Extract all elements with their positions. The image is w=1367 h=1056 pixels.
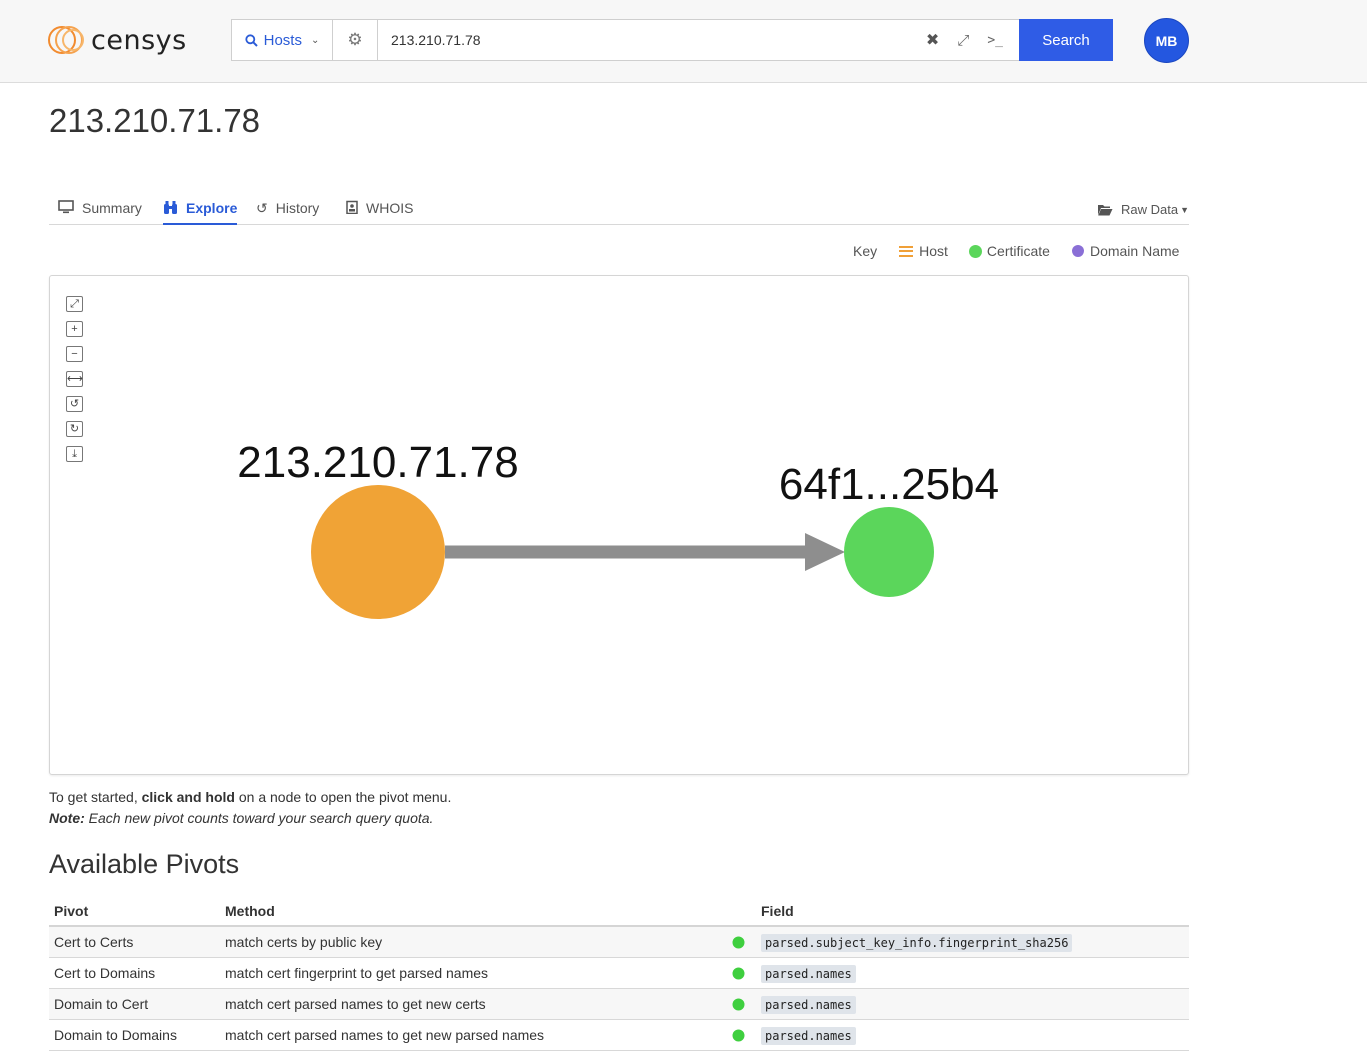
column-header-pivot: Pivot <box>49 896 220 927</box>
avatar[interactable]: MB <box>1144 18 1189 63</box>
logo-text: censys <box>91 24 187 56</box>
logo-rings-icon <box>48 23 90 57</box>
column-header-type <box>723 896 753 927</box>
clear-icon[interactable]: ✖ <box>926 30 939 50</box>
legend-label: Host <box>919 243 948 259</box>
pivots-table: Pivot Method Field Cert to Certs match c… <box>49 896 1189 1051</box>
hint-text: on a node to open the pivot menu. <box>234 789 452 805</box>
pivot-name: Domain to Domains <box>49 1019 220 1051</box>
legend-item-domain: Domain Name <box>1071 243 1180 259</box>
host-node[interactable] <box>311 485 445 619</box>
column-header-method: Method <box>220 896 723 927</box>
pivot-hint: To get started, click and hold on a node… <box>49 787 451 829</box>
table-header-row: Pivot Method Field <box>49 896 1189 927</box>
table-row[interactable]: Cert to Domains match cert fingerprint t… <box>49 957 1189 989</box>
legend-label: Certificate <box>986 243 1050 259</box>
search-type-dropdown[interactable]: Hosts ⌄ <box>232 20 333 60</box>
pivot-field-cell: parsed.names <box>753 957 1189 989</box>
console-icon[interactable]: >_ <box>987 33 1003 48</box>
table-row[interactable]: Cert to Certs match certs by public key … <box>49 926 1189 958</box>
column-header-field: Field <box>753 896 1189 927</box>
hint-note: Note: Each new pivot counts toward your … <box>49 808 451 829</box>
binoculars-icon <box>164 201 177 214</box>
note-text: Each new pivot counts toward your search… <box>84 810 434 826</box>
graph-legend: Key Host Certificate Domain Name <box>853 243 1179 259</box>
explore-graph[interactable]: ⤢ + − ⟷ ↺ ↻ ⤓ 213.210.71.78 64f1...25b4 <box>49 275 1189 775</box>
history-icon: ↺ <box>256 200 268 216</box>
certificate-node[interactable] <box>844 507 934 597</box>
pivot-method: match certs by public key <box>220 926 723 958</box>
tab-explore[interactable]: Explore <box>163 200 238 225</box>
hint-text: To get started, <box>49 789 142 805</box>
pivot-name: Domain to Cert <box>49 988 220 1020</box>
tab-label: WHOIS <box>366 200 414 216</box>
pivot-field: parsed.names <box>761 1026 856 1045</box>
tab-whois[interactable]: WHOIS <box>346 200 413 225</box>
search-icon <box>245 33 258 47</box>
pivots-title: Available Pivots <box>49 849 240 879</box>
chevron-down-icon: ⌄ <box>310 34 320 46</box>
legend-item-host: Host <box>899 243 948 259</box>
legend-item-certificate: Certificate <box>969 243 1050 259</box>
top-bar: censys Hosts ⌄ ⚙ ✖ ⤢ >_ Search MB <box>0 0 1367 83</box>
note-label: Note: <box>49 810 85 826</box>
table-row[interactable]: Domain to Domains match cert parsed name… <box>49 1019 1189 1051</box>
legend-label: Domain Name <box>1089 243 1180 259</box>
censys-logo[interactable]: censys <box>48 22 187 58</box>
tab-label: Explore <box>186 200 238 216</box>
certificate-icon <box>723 926 753 958</box>
pivot-field: parsed.subject_key_info.fingerprint_sha2… <box>761 933 1073 952</box>
table-row[interactable]: Domain to Cert match cert parsed names t… <box>49 988 1189 1020</box>
id-badge-icon <box>346 200 358 214</box>
caret-down-icon: ▼ <box>1180 204 1189 215</box>
graph-canvas: 213.210.71.78 64f1...25b4 <box>237 438 999 619</box>
certificate-node-label: 64f1...25b4 <box>779 460 999 509</box>
hint-emphasis: click and hold <box>141 789 235 805</box>
tab-bar: Summary Explore ↺ History WHOIS Raw Data… <box>49 196 1189 225</box>
pivot-field: parsed.names <box>761 995 856 1014</box>
hint-line: To get started, click and hold on a node… <box>49 787 451 808</box>
search-type-label: Hosts <box>263 31 302 49</box>
search-input[interactable] <box>378 20 926 60</box>
tab-summary[interactable]: Summary <box>58 200 142 225</box>
search-settings-button[interactable]: ⚙ <box>333 20 378 60</box>
tab-label: History <box>275 200 320 216</box>
pivot-field-cell: parsed.names <box>753 988 1189 1020</box>
tab-label: Summary <box>82 200 142 216</box>
search-tools: ✖ ⤢ >_ <box>926 20 1019 60</box>
globe-icon <box>1071 245 1084 257</box>
pivot-field-cell: parsed.names <box>753 1019 1189 1051</box>
search-button[interactable]: Search <box>1019 19 1113 61</box>
certificate-icon <box>723 957 753 989</box>
certificate-icon <box>723 1019 753 1051</box>
host-icon <box>899 245 914 257</box>
edge-arrowhead <box>805 533 845 571</box>
gear-icon: ⚙ <box>347 30 363 49</box>
legend-key-label: Key <box>853 243 878 259</box>
raw-data-label: Raw Data <box>1121 202 1179 217</box>
pivot-method: match cert parsed names to get new certs <box>220 988 723 1020</box>
page-title: 213.210.71.78 <box>49 102 261 139</box>
host-node-label: 213.210.71.78 <box>237 438 518 487</box>
monitor-icon <box>58 200 74 214</box>
certificate-icon <box>723 988 753 1020</box>
folder-open-icon <box>1098 204 1113 215</box>
search-bar: Hosts ⌄ ⚙ ✖ ⤢ >_ Search <box>231 19 1113 61</box>
pivot-name: Cert to Certs <box>49 926 220 958</box>
tab-history[interactable]: ↺ History <box>256 200 319 225</box>
pivot-method: match cert parsed names to get new parse… <box>220 1019 723 1051</box>
pivot-method: match cert fingerprint to get parsed nam… <box>220 957 723 989</box>
expand-icon[interactable]: ⤢ <box>957 32 969 49</box>
pivot-field: parsed.names <box>761 964 856 983</box>
raw-data-dropdown[interactable]: Raw Data ▼ <box>1097 202 1189 217</box>
pivot-field-cell: parsed.subject_key_info.fingerprint_sha2… <box>753 926 1189 958</box>
certificate-icon <box>969 245 981 257</box>
pivot-name: Cert to Domains <box>49 957 220 989</box>
